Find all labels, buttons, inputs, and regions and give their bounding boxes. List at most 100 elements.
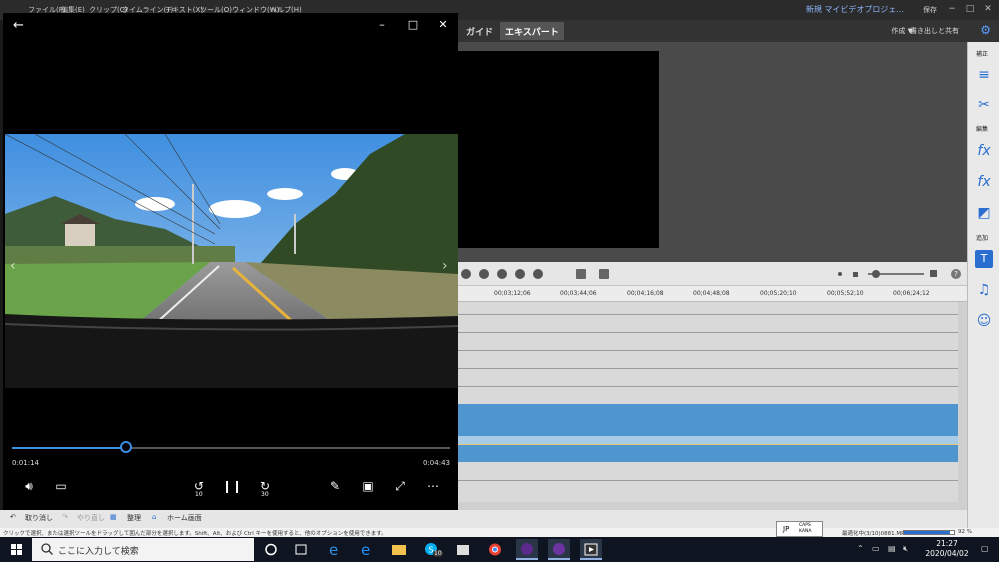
audio-clip[interactable]	[458, 444, 958, 462]
play-icon[interactable]	[479, 269, 489, 279]
ruler-tick: 00;03;44;06	[560, 290, 597, 297]
timeline-ruler[interactable]: 00;03;12;06 00;03;44;06 00;04;16;08 00;0…	[458, 286, 967, 302]
panel-label-edit: 編集	[976, 126, 989, 133]
help-icon[interactable]: ?	[951, 269, 961, 279]
internet-explorer-icon[interactable]: e	[356, 539, 378, 560]
close-icon[interactable]: ✕	[981, 3, 995, 15]
redo-icon[interactable]: ↷	[62, 513, 68, 521]
video-frame[interactable]	[5, 134, 458, 388]
edit-pencil-icon[interactable]: ✎	[326, 477, 344, 495]
zoom-out-icon[interactable]	[838, 272, 842, 276]
music-icon[interactable]: ♫	[975, 281, 993, 299]
status-bar: クリックで選択、または選択ツールをドラッグして囲んだ部分を選択します。Shift…	[0, 528, 999, 537]
search-box[interactable]: ここに入力して検索	[32, 538, 254, 561]
titles-icon[interactable]: T	[975, 250, 993, 268]
video-clip[interactable]	[458, 404, 958, 436]
mini-view-icon[interactable]: ▣	[359, 477, 377, 495]
panel-label-add: 追加	[976, 235, 989, 242]
gear-icon[interactable]: ⚙	[980, 23, 991, 37]
tab-guide[interactable]: ガイド	[466, 25, 493, 38]
action-panel: 補正 ≡ ✂ 編集 fx fx ◩ 追加 T ♫ ☺	[967, 42, 999, 528]
zoom-slider-handle[interactable]	[872, 270, 880, 278]
clock-date[interactable]: 2020/04/02	[918, 549, 976, 558]
ruler-tick: 00;06;24;12	[893, 290, 930, 297]
pause-button[interactable]: ❙❙	[222, 477, 242, 495]
timeline-tracks[interactable]	[458, 302, 958, 502]
notifications-icon[interactable]: ▢	[981, 544, 989, 553]
track-divider	[458, 332, 958, 333]
task-view-icon[interactable]	[290, 539, 312, 560]
cortana-icon[interactable]	[260, 539, 282, 560]
timeline-horizontal-scrollbar[interactable]	[458, 502, 967, 510]
monitor-view-icon[interactable]	[576, 269, 586, 279]
start-button[interactable]	[0, 537, 32, 562]
maximize-icon[interactable]: □	[963, 3, 977, 15]
battery-icon[interactable]: ▭	[872, 544, 880, 553]
premiere-elements-organizer-icon[interactable]	[548, 539, 570, 560]
full-screen-icon[interactable]	[599, 269, 609, 279]
organizer-icon[interactable]: ▦	[110, 513, 117, 521]
next-edit-icon[interactable]	[533, 269, 543, 279]
full-screen-icon[interactable]: ⤢	[391, 477, 409, 495]
undo-icon[interactable]: ↶	[10, 513, 16, 521]
undo-button[interactable]: 取り消し	[25, 513, 53, 523]
network-icon[interactable]: ▤	[888, 544, 896, 553]
skype-icon[interactable]: S 10	[420, 539, 443, 560]
go-to-start-icon[interactable]	[461, 269, 471, 279]
home-icon[interactable]: ⌂	[152, 513, 156, 521]
volume-icon[interactable]: 🔊︎	[20, 477, 38, 495]
seek-handle[interactable]	[119, 441, 132, 453]
effects-icon[interactable]: fx	[975, 173, 993, 191]
file-explorer-icon[interactable]	[388, 539, 410, 560]
tools-icon[interactable]: ✂	[975, 96, 993, 114]
tray-chevron-up-icon[interactable]: ⌃	[857, 544, 864, 553]
home-screen-button[interactable]: ホーム画面	[167, 513, 202, 523]
adjust-sliders-icon[interactable]: ≡	[975, 66, 993, 84]
next-arrow-icon[interactable]: ›	[442, 258, 448, 274]
store-icon[interactable]	[452, 539, 474, 560]
render-progress-fill	[904, 531, 950, 534]
ruler-tick: 00;04;16;08	[627, 290, 664, 297]
ruler-tick: 00;04;48;08	[693, 290, 730, 297]
track-divider	[458, 350, 958, 351]
skip-back-seconds: 10	[195, 491, 203, 498]
seek-bar[interactable]	[12, 447, 450, 449]
movies-tv-icon[interactable]	[580, 539, 602, 560]
project-title: 新規 マイビデオプロジェ...	[805, 5, 904, 14]
clock-time[interactable]: 21:27	[927, 539, 967, 548]
close-icon[interactable]: ✕	[435, 17, 451, 33]
go-to-end-icon[interactable]	[515, 269, 525, 279]
premiere-elements-icon[interactable]	[516, 539, 538, 560]
previous-arrow-icon[interactable]: ‹	[10, 258, 16, 274]
minimize-icon[interactable]: –	[374, 17, 390, 33]
taskbar: ここに入力して検索 e e S 10 ⌃ ▭ ▤ 🔇︎ 21:27 2020/0…	[0, 537, 999, 562]
zoom-small-icon[interactable]	[853, 272, 858, 277]
ime-indicator[interactable]: JP CAPS KANA	[776, 521, 823, 537]
timeline-vertical-scrollbar[interactable]	[958, 302, 967, 502]
skip-forward-button[interactable]: ↻ 30	[256, 477, 274, 498]
subtitles-icon[interactable]: ▭	[52, 477, 70, 495]
graphics-smiley-icon[interactable]: ☺	[975, 312, 993, 330]
organize-button[interactable]: 整理	[127, 513, 141, 523]
minimize-icon[interactable]: −	[945, 3, 959, 15]
effects-edit-icon[interactable]: fx	[975, 142, 993, 160]
chrome-icon[interactable]	[484, 539, 506, 560]
save-button[interactable]: 保存	[923, 5, 937, 15]
maximize-icon[interactable]: □	[405, 17, 421, 33]
step-forward-icon[interactable]	[497, 269, 507, 279]
transitions-icon[interactable]: ◩	[975, 204, 993, 222]
volume-muted-icon[interactable]: 🔇︎	[903, 544, 908, 554]
playback-controls: ?	[458, 262, 967, 286]
seek-bar-fill	[12, 447, 126, 449]
track-divider	[458, 480, 958, 481]
back-arrow-icon[interactable]: ←	[13, 17, 31, 35]
video-player-window: ← – □ ✕ ‹ › 0:01:14 0:04:43 🔊︎ ▭ ↺ 10 ❙❙…	[3, 13, 458, 510]
export-share-button[interactable]: 書き出しと共有	[910, 26, 959, 36]
tab-expert[interactable]: エキスパート	[500, 22, 564, 40]
zoom-in-icon[interactable]	[930, 270, 937, 277]
edge-legacy-icon[interactable]: e	[324, 539, 346, 560]
windows-logo-icon	[11, 544, 22, 555]
skip-back-button[interactable]: ↺ 10	[190, 477, 208, 498]
redo-button[interactable]: やり直し	[77, 513, 105, 523]
more-options-icon[interactable]: ⋯	[424, 477, 442, 495]
